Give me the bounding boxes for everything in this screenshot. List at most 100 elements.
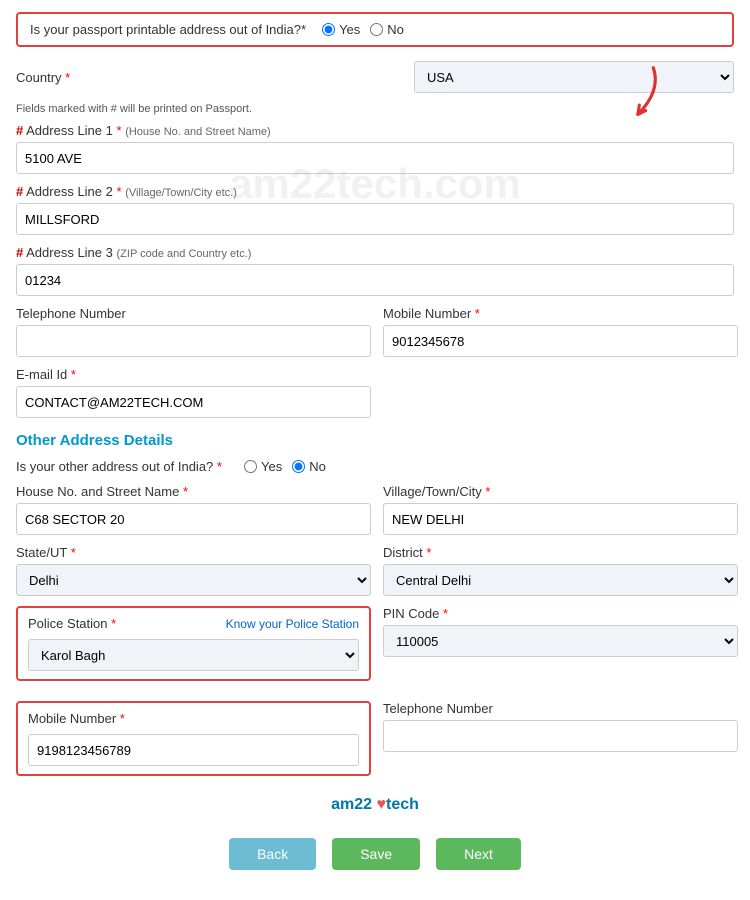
village-group: Village/Town/City *	[383, 484, 738, 535]
country-label: Country *	[16, 70, 70, 85]
pin-label: PIN Code *	[383, 606, 738, 621]
house-village-row: House No. and Street Name * Village/Town…	[16, 484, 734, 535]
other-mobile-input[interactable]	[28, 734, 359, 766]
address3-sublabel: (ZIP code and Country etc.)	[117, 248, 252, 260]
tel-mobile-row: Telephone Number Mobile Number *	[16, 306, 734, 357]
police-station-label-text: Police Station	[28, 616, 108, 631]
other-mobile-section: Mobile Number *	[16, 701, 371, 776]
fields-note: Fields marked with # will be printed on …	[16, 103, 734, 115]
other-mobile-label: Mobile Number *	[28, 711, 359, 726]
other-address-title: Other Address Details	[16, 432, 734, 449]
other-mobile-tel-row: Mobile Number * Telephone Number	[16, 701, 734, 786]
mobile-label-text: Mobile Number	[383, 306, 471, 321]
mobile-label: Mobile Number *	[383, 306, 738, 321]
other-no-radio[interactable]	[292, 460, 305, 473]
other-yes-radio[interactable]	[244, 460, 257, 473]
state-group: State/UT * Delhi	[16, 545, 371, 596]
telephone-input[interactable]	[16, 325, 371, 357]
passport-no-radio[interactable]	[370, 23, 383, 36]
passport-yes-label[interactable]: Yes	[322, 22, 360, 37]
address1-required: *	[117, 123, 122, 138]
house-input[interactable]	[16, 503, 371, 535]
address2-sublabel: (Village/Town/City etc.)	[125, 187, 237, 199]
address1-label: # Address Line 1 * (House No. and Street…	[16, 123, 734, 138]
know-police-link[interactable]: Know your Police Station	[226, 617, 359, 631]
other-address-question-row: Is your other address out of India? * Ye…	[16, 459, 734, 474]
passport-no-label[interactable]: No	[370, 22, 404, 37]
passport-radio-group: Yes No	[322, 22, 404, 37]
email-required: *	[71, 367, 76, 382]
police-station-label: Police Station *	[28, 616, 116, 631]
country-select-wrap: USA	[414, 61, 734, 93]
other-address-question-text: Is your other address out of India?	[16, 459, 213, 474]
village-label-text: Village/Town/City	[383, 484, 482, 499]
heart-icon: ♥	[372, 796, 386, 813]
bottom-watermark-suffix: tech	[386, 796, 419, 813]
mobile-group: Mobile Number *	[383, 306, 738, 357]
village-required: *	[485, 484, 490, 499]
police-pin-row: Police Station * Know your Police Statio…	[16, 606, 734, 691]
house-required: *	[183, 484, 188, 499]
other-address-required: *	[217, 459, 222, 474]
address3-input[interactable]	[16, 264, 734, 296]
address3-label: # Address Line 3 (ZIP code and Country e…	[16, 245, 734, 260]
house-group: House No. and Street Name *	[16, 484, 371, 535]
house-label-text: House No. and Street Name	[16, 484, 179, 499]
next-button[interactable]: Next	[436, 838, 521, 870]
country-label-text: Country	[16, 70, 62, 85]
police-station-select[interactable]: Karol Bagh	[28, 639, 359, 671]
bottom-bar: Back Save Next	[16, 838, 734, 880]
pin-select[interactable]: 110005	[383, 625, 738, 657]
other-mobile-label-text: Mobile Number	[28, 711, 116, 726]
hash1: #	[16, 123, 23, 138]
email-input[interactable]	[16, 386, 371, 418]
village-input[interactable]	[383, 503, 738, 535]
pin-required: *	[443, 606, 448, 621]
village-label: Village/Town/City *	[383, 484, 738, 499]
address2-input[interactable]	[16, 203, 734, 235]
other-telephone-input[interactable]	[383, 720, 738, 752]
save-button[interactable]: Save	[332, 838, 420, 870]
address1-sublabel: (House No. and Street Name)	[125, 126, 271, 138]
other-address-radio-group: Yes No	[244, 459, 326, 474]
police-required: *	[111, 616, 116, 631]
other-address-question-label: Is your other address out of India? *	[16, 459, 222, 474]
district-select[interactable]: Central Delhi	[383, 564, 738, 596]
passport-question-box: Is your passport printable address out o…	[16, 12, 734, 47]
hash3: #	[16, 245, 23, 260]
district-label-text: District	[383, 545, 423, 560]
other-telephone-label: Telephone Number	[383, 701, 738, 716]
other-yes-label[interactable]: Yes	[244, 459, 282, 474]
district-label: District *	[383, 545, 738, 560]
address1-input[interactable]	[16, 142, 734, 174]
country-row: Country * USA	[16, 61, 734, 93]
pin-group: PIN Code * 110005	[383, 606, 738, 657]
passport-yes-text: Yes	[339, 22, 360, 37]
mobile-required: *	[475, 306, 480, 321]
bottom-watermark-text: am22	[331, 796, 372, 813]
address2-label: # Address Line 2 * (Village/Town/City et…	[16, 184, 734, 199]
state-label: State/UT *	[16, 545, 371, 560]
other-mobile-required: *	[120, 711, 125, 726]
address1-label-text: Address Line 1	[26, 123, 113, 138]
email-label: E-mail Id *	[16, 367, 734, 382]
passport-no-text: No	[387, 22, 404, 37]
other-no-text: No	[309, 459, 326, 474]
other-no-label[interactable]: No	[292, 459, 326, 474]
email-label-text: E-mail Id	[16, 367, 67, 382]
district-required: *	[426, 545, 431, 560]
state-select[interactable]: Delhi	[16, 564, 371, 596]
country-required: *	[65, 70, 70, 85]
state-required: *	[71, 545, 76, 560]
country-select[interactable]: USA	[414, 61, 734, 93]
police-station-section: Police Station * Know your Police Statio…	[16, 606, 371, 681]
back-button[interactable]: Back	[229, 838, 316, 870]
passport-question-label: Is your passport printable address out o…	[30, 22, 306, 37]
passport-yes-radio[interactable]	[322, 23, 335, 36]
other-telephone-group: Telephone Number	[383, 701, 738, 752]
district-group: District * Central Delhi	[383, 545, 738, 596]
pin-label-text: PIN Code	[383, 606, 439, 621]
mobile-input[interactable]	[383, 325, 738, 357]
police-station-header: Police Station * Know your Police Statio…	[28, 616, 359, 631]
telephone-group: Telephone Number	[16, 306, 371, 357]
